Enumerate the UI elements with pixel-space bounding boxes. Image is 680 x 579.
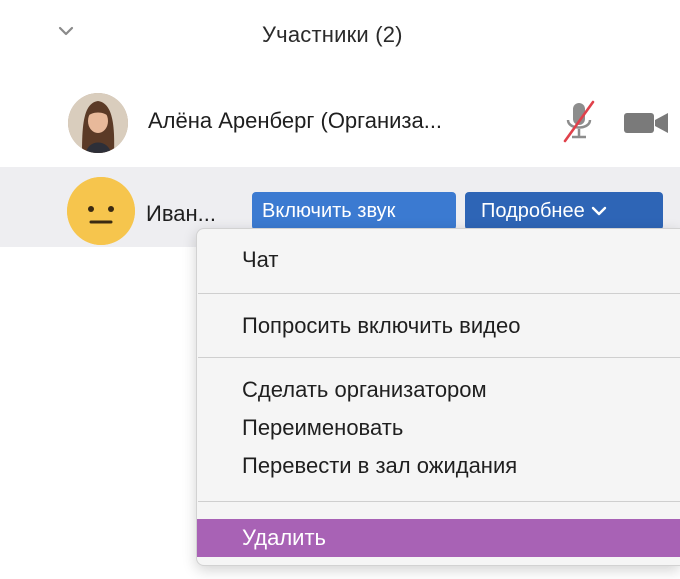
unmute-button[interactable]: Включить звук xyxy=(252,192,456,230)
video-camera-icon[interactable] xyxy=(622,110,670,136)
menu-divider xyxy=(198,357,680,358)
avatar xyxy=(68,93,128,153)
unmute-button-label: Включить звук xyxy=(262,199,396,222)
participant-context-menu: Чат Попросить включить видео Сделать орг… xyxy=(196,228,680,566)
menu-item-make-host[interactable]: Сделать организатором xyxy=(197,375,680,405)
neutral-face-icon xyxy=(67,177,135,245)
participants-header: Участники (2) xyxy=(0,0,680,64)
photo-avatar-icon xyxy=(68,93,128,153)
mic-muted-icon[interactable] xyxy=(560,100,600,144)
menu-item-rename[interactable]: Переименовать xyxy=(197,413,680,443)
menu-item-ask-video[interactable]: Попросить включить видео xyxy=(197,311,680,341)
chevron-down-icon xyxy=(58,26,74,36)
menu-divider xyxy=(198,293,680,294)
menu-item-chat[interactable]: Чат xyxy=(197,245,680,275)
collapse-button[interactable] xyxy=(52,18,80,44)
menu-item-waiting-room[interactable]: Перевести в зал ожидания xyxy=(197,451,680,481)
chevron-down-icon xyxy=(591,206,607,216)
participant-name: Алёна Аренберг (Организа... xyxy=(148,108,443,133)
avatar xyxy=(67,177,135,245)
participant-name: Иван... xyxy=(146,201,216,226)
participants-title: Участники (2) xyxy=(262,22,403,47)
menu-item-remove[interactable]: Удалить xyxy=(197,519,680,557)
participant-row-host[interactable]: Алёна Аренберг (Организа... xyxy=(0,84,680,160)
participants-panel: Участники (2) Алёна Аренберг (Организа..… xyxy=(0,0,680,579)
more-button[interactable]: Подробнее xyxy=(465,192,663,230)
more-button-label: Подробнее xyxy=(481,199,585,222)
menu-divider xyxy=(198,501,680,502)
